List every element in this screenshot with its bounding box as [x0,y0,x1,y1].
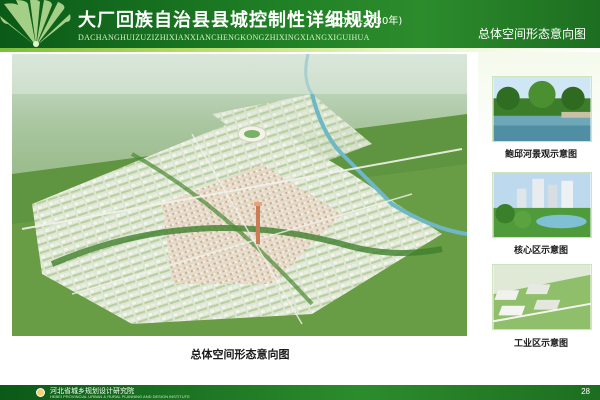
institute-emblem-icon [36,388,45,397]
aerial-image [12,54,467,336]
aerial-city-rendering [12,54,467,336]
page-number: 28 [581,387,590,396]
main-caption: 总体空间形态意向图 [190,348,290,361]
palm-leaf-logo-icon [0,0,71,47]
core-area-caption: 核心区示意图 [513,246,568,256]
footer-organization-en: HEBEI PROVINCIAL URBAN & RURAL PLANNING … [50,394,190,399]
header-banner: 大厂回族自治县县城控制性详细规划 (2014-2030年) DACHANGHUI… [0,0,600,48]
plan-years: (2014-2030年) [330,16,403,27]
title-pinyin: DACHANGHUIZUZIZHIXIANXIANCHENGKONGZHIXIN… [78,33,370,42]
river-landscape-caption: 鲍邱河景观示意图 [504,150,577,160]
industrial-area-caption: 工业区示意图 [513,339,568,349]
section-label: 总体空间形态意向图 [477,27,586,41]
industrial-area-thumbnail [492,264,592,330]
river-landscape-thumbnail [492,76,592,142]
core-area-thumbnail [492,172,592,238]
